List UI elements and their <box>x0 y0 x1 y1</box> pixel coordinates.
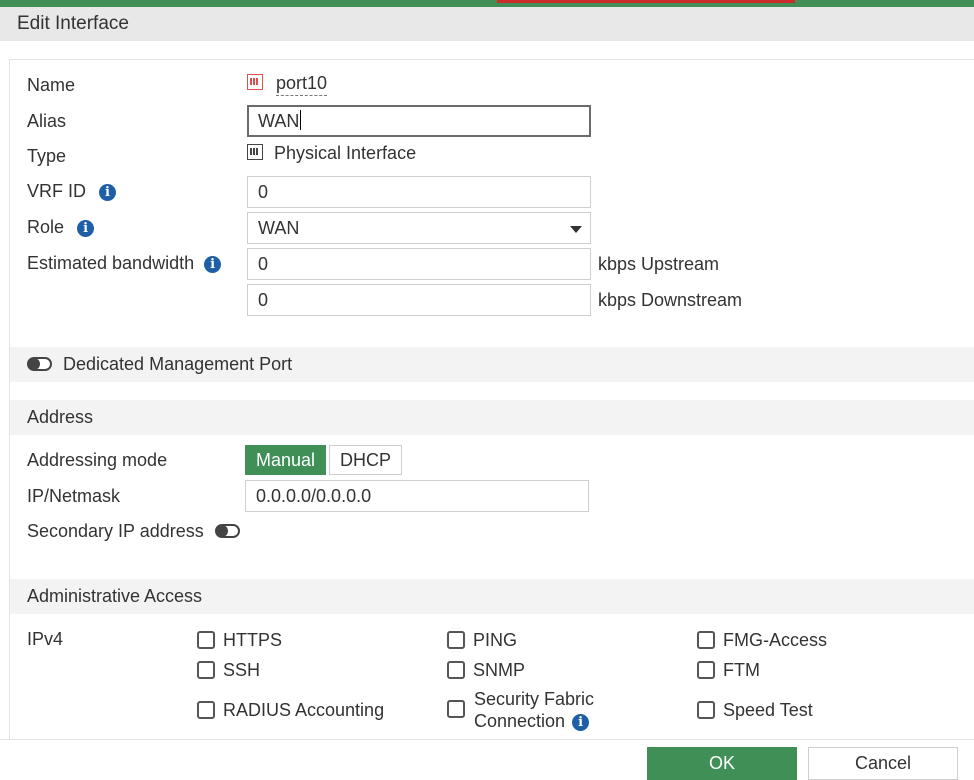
radius-accounting-checkbox[interactable] <box>197 701 215 719</box>
ping-checkbox[interactable] <box>447 631 465 649</box>
ftm-checkbox-row[interactable]: FTM <box>697 659 760 681</box>
downstream-unit-label: kbps Downstream <box>598 290 743 310</box>
speed-test-checkbox[interactable] <box>697 701 715 719</box>
addressing-mode-label: Addressing mode <box>27 450 168 470</box>
dialog-title: Edit Interface <box>0 7 974 41</box>
https-label: HTTPS <box>223 630 283 650</box>
addressing-mode-manual[interactable]: Manual <box>245 445 327 475</box>
port-icon <box>247 74 263 90</box>
admin-access-section-header: Administrative Access <box>10 579 974 614</box>
snmp-checkbox[interactable] <box>447 661 465 679</box>
ip-netmask-label: IP/Netmask <box>27 486 121 506</box>
role-label: Role i <box>27 216 95 238</box>
vrf-id-label: VRF ID i <box>27 180 117 202</box>
ssh-checkbox[interactable] <box>197 661 215 679</box>
dialog-footer: OK Cancel <box>0 739 974 780</box>
secondary-ip-label: Secondary IP address <box>27 521 204 541</box>
dedicated-management-row: Dedicated Management Port <box>10 347 974 382</box>
type-text: Physical Interface <box>274 143 417 163</box>
info-icon[interactable]: i <box>99 184 117 201</box>
alias-input-value: WAN <box>258 111 300 131</box>
snmp-checkbox-row[interactable]: SNMP <box>447 659 525 681</box>
text-cursor <box>300 110 302 130</box>
ping-checkbox-row[interactable]: PING <box>447 629 517 651</box>
snmp-label: SNMP <box>473 660 526 680</box>
security-fabric-label-line1: Security Fabric <box>474 689 595 709</box>
fmg-access-checkbox-row[interactable]: FMG-Access <box>697 629 827 651</box>
secondary-ip-row: Secondary IP address <box>27 520 240 542</box>
ftm-label: FTM <box>723 660 760 680</box>
bandwidth-label-text: Estimated bandwidth <box>27 253 195 273</box>
ok-button[interactable]: OK <box>647 747 797 780</box>
ipv4-label: IPv4 <box>27 629 64 649</box>
dedicated-management-toggle[interactable] <box>27 357 52 371</box>
speed-test-checkbox-row[interactable]: Speed Test <box>697 699 813 721</box>
speed-test-label: Speed Test <box>723 700 813 720</box>
address-section-header: Address <box>10 400 974 435</box>
bandwidth-label: Estimated bandwidth i <box>27 252 222 274</box>
ip-netmask-input[interactable]: 0.0.0.0/0.0.0.0 <box>245 480 589 512</box>
name-label: Name <box>27 75 76 95</box>
secondary-ip-toggle[interactable] <box>214 524 240 538</box>
alias-label: Alias <box>27 111 67 131</box>
addressing-mode-dhcp[interactable]: DHCP <box>329 445 403 475</box>
type-value: Physical Interface <box>247 142 416 164</box>
radius-accounting-label: RADIUS Accounting <box>223 700 385 720</box>
fmg-access-checkbox[interactable] <box>697 631 715 649</box>
alias-input[interactable]: WAN <box>247 105 591 137</box>
radius-accounting-checkbox-row[interactable]: RADIUS Accounting <box>197 699 384 721</box>
role-select-value: WAN <box>258 218 300 238</box>
physical-port-icon <box>247 144 263 160</box>
vrf-id-input[interactable]: 0 <box>247 176 591 208</box>
upstream-bandwidth-input[interactable]: 0 <box>247 248 591 280</box>
info-icon[interactable]: i <box>77 220 95 237</box>
edit-interface-form: Name port10 Alias WAN Type Physical Inte… <box>9 59 974 739</box>
vrf-id-label-text: VRF ID <box>27 181 87 201</box>
ftm-checkbox[interactable] <box>697 661 715 679</box>
role-select[interactable]: WAN <box>247 212 591 244</box>
cancel-button[interactable]: Cancel <box>808 747 958 780</box>
ping-label: PING <box>473 630 518 650</box>
info-icon[interactable]: i <box>204 256 222 273</box>
security-fabric-checkbox-row[interactable]: Security Fabric Connection i <box>447 688 594 732</box>
fmg-access-label: FMG-Access <box>723 630 828 650</box>
ssh-checkbox-row[interactable]: SSH <box>197 659 260 681</box>
dedicated-management-label: Dedicated Management Port <box>63 354 293 374</box>
security-fabric-label-line2: Connection <box>474 711 566 731</box>
type-label: Type <box>27 146 67 166</box>
top-accent-bar <box>0 0 974 7</box>
ssh-label: SSH <box>223 660 261 680</box>
downstream-bandwidth-input[interactable]: 0 <box>247 284 591 316</box>
https-checkbox-row[interactable]: HTTPS <box>197 629 282 651</box>
upstream-unit-label: kbps Upstream <box>598 254 720 274</box>
interface-name-link[interactable]: port10 <box>276 73 328 96</box>
security-fabric-checkbox[interactable] <box>447 700 465 718</box>
role-label-text: Role <box>27 217 65 237</box>
security-fabric-label-line2-wrap: Connection i <box>474 710 594 732</box>
name-value[interactable]: port10 <box>247 72 328 96</box>
chevron-down-icon <box>570 226 582 233</box>
info-icon[interactable]: i <box>572 714 590 731</box>
top-alert-strip <box>497 0 795 3</box>
https-checkbox[interactable] <box>197 631 215 649</box>
